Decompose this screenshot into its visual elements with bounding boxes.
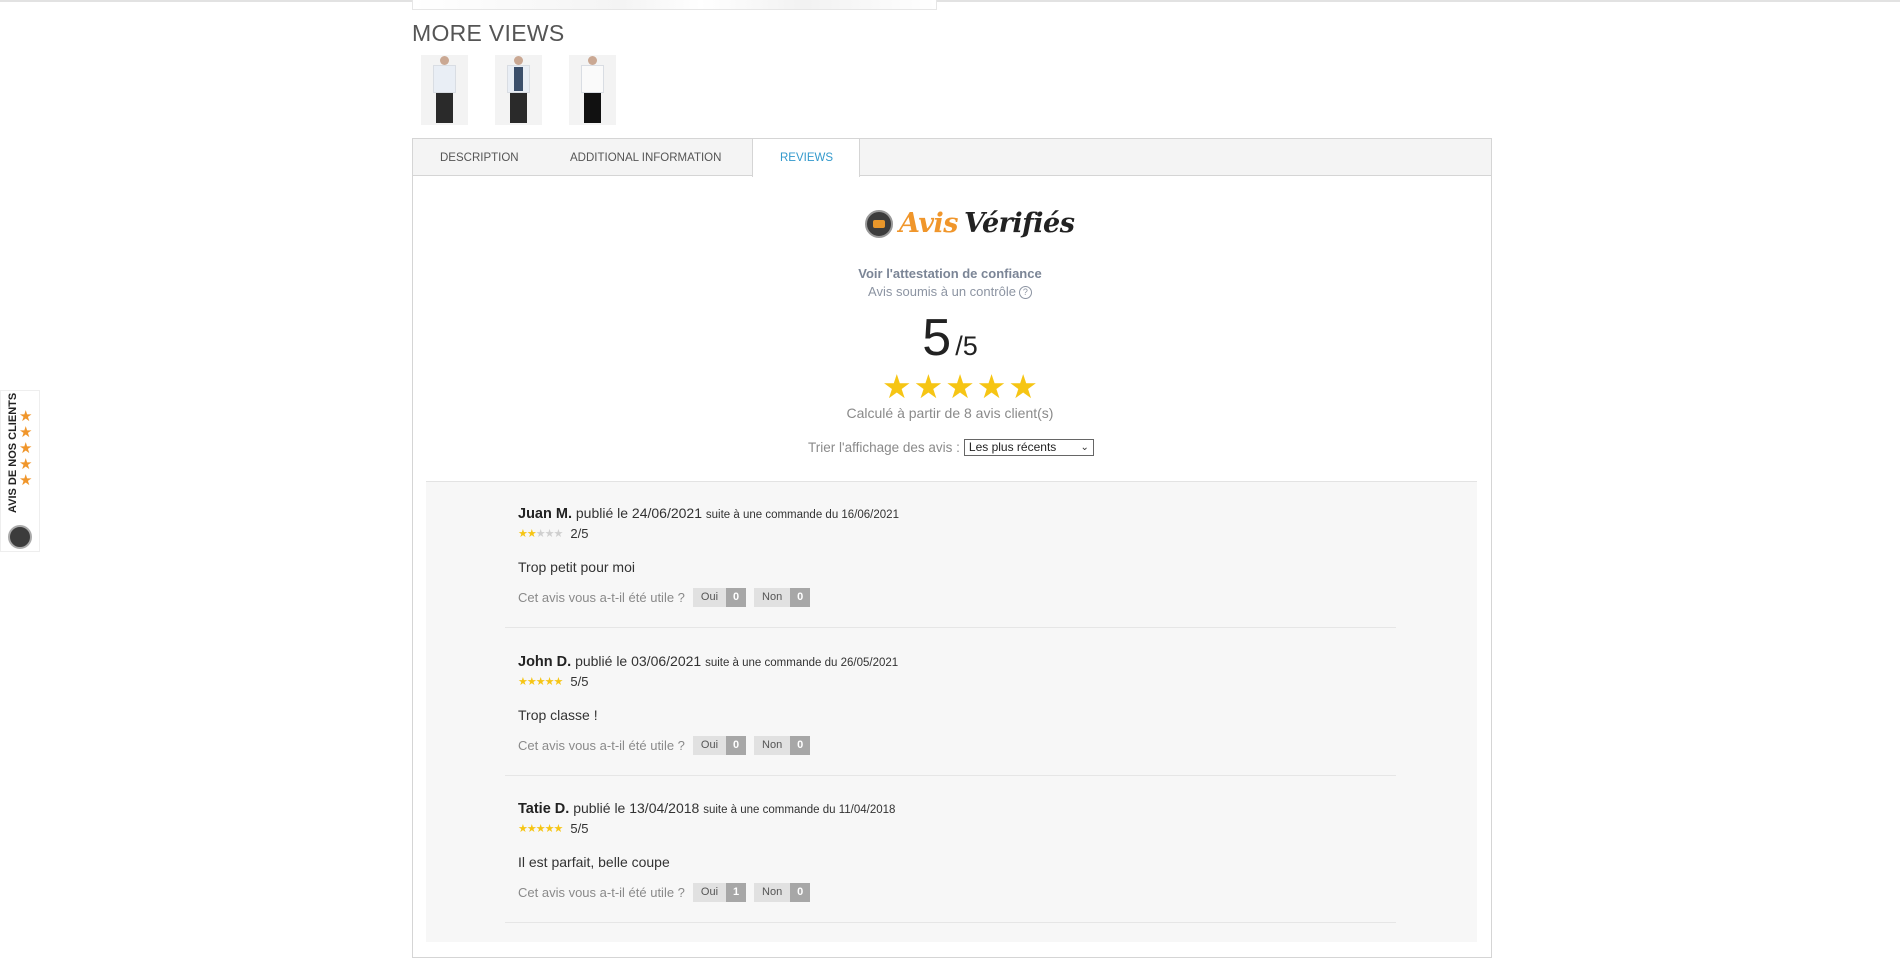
- tab-description[interactable]: DESCRIPTION: [413, 139, 543, 176]
- thumbnail-1[interactable]: [421, 55, 468, 125]
- star-icon: ★: [882, 368, 912, 405]
- review-divider: [505, 775, 1396, 776]
- star-icon: ★: [19, 440, 33, 457]
- review-text: Trop petit pour moi: [518, 559, 635, 575]
- average-score: 5/5: [0, 308, 1900, 368]
- review-author: John D.: [518, 654, 572, 670]
- star-icon: ★: [976, 368, 1007, 405]
- review-rating: 5/5: [570, 821, 589, 836]
- yes-count: 1: [726, 883, 747, 902]
- sort-select[interactable]: Les plus récents ⌄: [963, 439, 1094, 456]
- attestation-link[interactable]: Voir l'attestation de confiance: [0, 266, 1900, 281]
- logo-text-avis: Avis: [899, 208, 959, 239]
- review-stars: ★ ★ ★ ★ ★: [518, 822, 563, 835]
- logo-text-verifies: Vérifiés: [964, 208, 1075, 239]
- review-author: Tatie D.: [518, 801, 570, 817]
- thumbnail-2[interactable]: [495, 55, 542, 125]
- sort-row: Trier l'affichage des avis : Les plus ré…: [808, 439, 1094, 456]
- review-date: publié le 24/06/2021: [575, 505, 702, 521]
- star-icon: ★: [913, 368, 944, 405]
- score-value: 5: [922, 309, 952, 367]
- helpful-row: Cet avis vous a-t-il été utile ? Oui 0 No…: [518, 588, 1398, 607]
- thumbnail-3[interactable]: [569, 55, 616, 125]
- no-count: 0: [790, 588, 811, 607]
- computed-from: Calculé à partir de 8 avis client(s): [846, 405, 1054, 421]
- review-stars: ★ ★ ★ ★ ★: [518, 527, 563, 540]
- helpful-row: Cet avis vous a-t-il été utile ? Oui 0 No…: [518, 736, 1398, 755]
- average-stars: ★ ★ ★ ★ ★: [882, 370, 1038, 403]
- star-icon: ★: [945, 368, 975, 405]
- tab-bar: DESCRIPTION ADDITIONAL INFORMATION REVIE…: [413, 139, 1491, 177]
- review-item: John D. publié le 03/06/2021 suite à une…: [518, 653, 1398, 755]
- side-widget-label: AVIS DE NOS CLIENTS: [7, 392, 19, 513]
- score-max: /5: [955, 331, 978, 361]
- yes-label: Oui: [692, 736, 727, 755]
- avis-verifies-seal-icon: [865, 209, 893, 238]
- more-views-title: MORE VIEWS: [412, 20, 565, 46]
- review-stars: ★ ★ ★ ★ ★: [518, 675, 563, 688]
- top-divider: [0, 0, 1900, 2]
- review-divider: [505, 627, 1396, 628]
- side-widget-stars: ★ ★ ★ ★ ★: [19, 409, 32, 488]
- star-icon: ★: [1008, 368, 1038, 405]
- helpful-question: Cet avis vous a-t-il été utile ?: [518, 590, 685, 605]
- helpful-no-button[interactable]: Non 0: [754, 736, 811, 755]
- no-count: 0: [790, 736, 811, 755]
- help-icon[interactable]: ?: [1018, 286, 1032, 299]
- main-product-image[interactable]: [412, 0, 937, 10]
- review-order-date: suite à une commande du 26/05/2021: [705, 657, 899, 669]
- tab-reviews[interactable]: REVIEWS: [752, 139, 860, 177]
- no-count: 0: [790, 883, 811, 902]
- thumbnail-list: [421, 55, 616, 125]
- sort-label: Trier l'affichage des avis :: [808, 440, 960, 455]
- avis-verifies-seal-icon: [8, 525, 32, 549]
- star-icon: ★: [19, 456, 33, 473]
- attestation-label[interactable]: Voir l'attestation de confiance: [858, 266, 1041, 281]
- yes-label: Oui: [692, 883, 727, 902]
- avis-verifies-logo[interactable]: Avis Vérifiés: [865, 208, 1075, 239]
- star-icon: ★: [19, 408, 33, 425]
- review-text: Trop classe !: [518, 707, 598, 723]
- review-author: Juan M.: [518, 506, 572, 522]
- helpful-no-button[interactable]: Non 0: [754, 588, 811, 607]
- no-label: Non: [754, 588, 791, 607]
- review-item: Juan M. publié le 24/06/2021 suite à une…: [518, 505, 1398, 607]
- yes-label: Oui: [692, 588, 727, 607]
- yes-count: 0: [726, 588, 747, 607]
- chevron-down-icon: ⌄: [1080, 442, 1089, 453]
- no-label: Non: [754, 883, 791, 902]
- tab-additional-information[interactable]: ADDITIONAL INFORMATION: [543, 139, 750, 176]
- customer-reviews-side-widget[interactable]: AVIS DE NOS CLIENTS ★ ★ ★ ★ ★: [0, 390, 40, 552]
- review-order-date: suite à une commande du 16/06/2021: [705, 509, 899, 521]
- review-rating: 5/5: [570, 674, 589, 689]
- yes-count: 0: [726, 736, 747, 755]
- sort-selected-value: Les plus récents: [968, 440, 1057, 454]
- star-icon: ★: [19, 472, 33, 489]
- helpful-row: Cet avis vous a-t-il été utile ? Oui 1 No…: [518, 883, 1398, 902]
- controlled-notice: Avis soumis à un contrôle?: [0, 284, 1900, 299]
- star-icon: ★: [19, 424, 33, 441]
- review-rating: 2/5: [570, 526, 589, 541]
- review-divider: [505, 922, 1396, 923]
- review-text: Il est parfait, belle coupe: [518, 854, 670, 870]
- helpful-yes-button[interactable]: Oui 0: [692, 736, 747, 755]
- review-item: Tatie D. publié le 13/04/2018 suite à un…: [518, 800, 1398, 902]
- helpful-question: Cet avis vous a-t-il été utile ?: [518, 885, 685, 900]
- review-date: publié le 13/04/2018: [573, 800, 700, 816]
- review-order-date: suite à une commande du 11/04/2018: [703, 804, 896, 816]
- helpful-yes-button[interactable]: Oui 1: [692, 883, 747, 902]
- helpful-question: Cet avis vous a-t-il été utile ?: [518, 738, 685, 753]
- review-date: publié le 03/06/2021: [575, 653, 702, 669]
- no-label: Non: [754, 736, 791, 755]
- controlled-label: Avis soumis à un contrôle: [868, 284, 1016, 299]
- helpful-yes-button[interactable]: Oui 0: [692, 588, 747, 607]
- helpful-no-button[interactable]: Non 0: [754, 883, 811, 902]
